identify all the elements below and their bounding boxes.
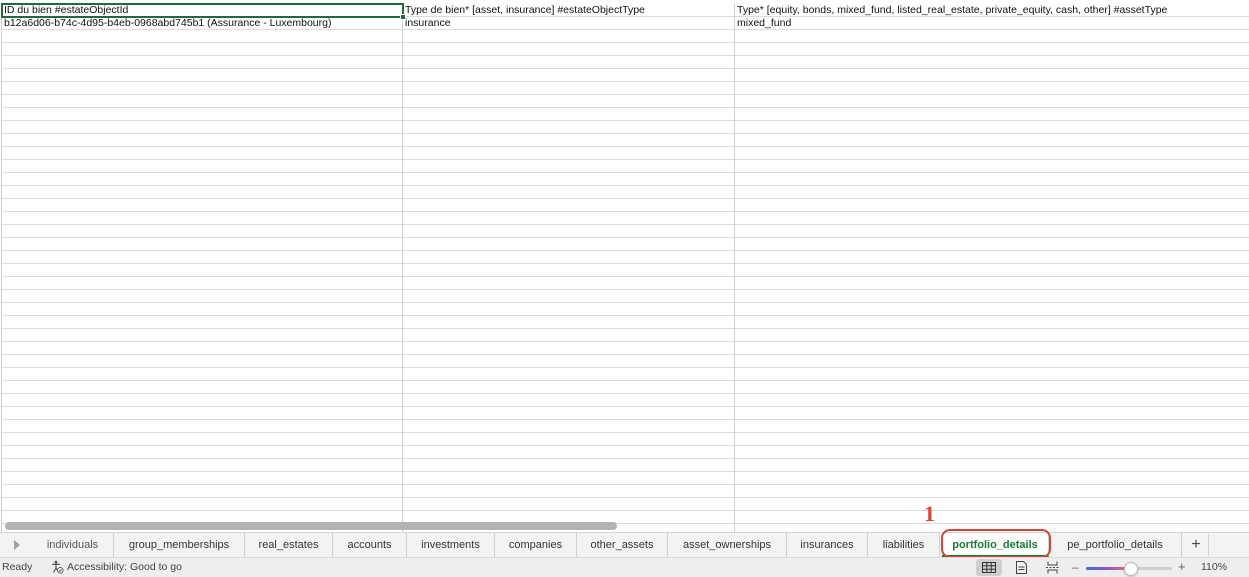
chevron-right-icon[interactable] bbox=[4, 536, 30, 554]
column-divider-b-c bbox=[734, 4, 735, 532]
tab-individuals[interactable]: individuals bbox=[32, 533, 114, 557]
tab-insurances[interactable]: insurances bbox=[787, 533, 868, 557]
spreadsheet-grid[interactable]: ID du bien #estateObjectId Type de bien*… bbox=[0, 0, 1249, 532]
accessibility-check-icon bbox=[52, 560, 64, 574]
tab-asset-ownerships[interactable]: asset_ownerships bbox=[668, 533, 787, 557]
tab-group-memberships[interactable]: group_memberships bbox=[114, 533, 245, 557]
horizontal-scrollbar-thumb[interactable] bbox=[5, 522, 617, 530]
zoom-in-button[interactable]: + bbox=[1178, 559, 1186, 574]
tab-real-estates[interactable]: real_estates bbox=[245, 533, 333, 557]
cell-b1[interactable]: Type de bien* [asset, insurance] #estate… bbox=[403, 4, 734, 17]
tab-other-assets[interactable]: other_assets bbox=[577, 533, 668, 557]
normal-view-icon[interactable] bbox=[976, 559, 1002, 576]
add-sheet-button[interactable]: + bbox=[1184, 534, 1209, 556]
cell-a1[interactable]: ID du bien #estateObjectId bbox=[1, 3, 404, 18]
page-layout-icon[interactable] bbox=[1008, 559, 1034, 576]
column-divider-a-b bbox=[402, 4, 403, 532]
cell-b2[interactable]: insurance bbox=[403, 17, 734, 30]
tab-pe-portfolio-details[interactable]: pe_portfolio_details bbox=[1049, 533, 1182, 557]
grid-left-edge bbox=[1, 4, 2, 532]
zoom-slider-handle[interactable] bbox=[1124, 562, 1138, 576]
cell-c1[interactable]: Type* [equity, bonds, mixed_fund, listed… bbox=[735, 4, 1247, 17]
zoom-level[interactable]: 110% bbox=[1201, 561, 1227, 573]
tab-liabilities[interactable]: liabilities bbox=[868, 533, 940, 557]
tab-companies[interactable]: companies bbox=[495, 533, 577, 557]
cell-c2[interactable]: mixed_fund bbox=[735, 17, 1247, 30]
accessibility-status[interactable]: Accessibility: Good to go bbox=[50, 560, 182, 574]
status-bar: Ready Accessibility: Good to go – + 110% bbox=[0, 557, 1249, 577]
sheet-tab-bar: individuals group_memberships real_estat… bbox=[0, 532, 1249, 557]
tab-investments[interactable]: investments bbox=[407, 533, 495, 557]
status-ready-text: Ready bbox=[2, 561, 33, 573]
accessibility-text: Accessibility: Good to go bbox=[67, 561, 182, 573]
cell-a2[interactable]: b12a6d06-b74c-4d95-b4eb-0968abd745b1 (As… bbox=[2, 17, 402, 30]
page-break-preview-icon[interactable] bbox=[1039, 559, 1065, 576]
zoom-out-button[interactable]: – bbox=[1072, 560, 1079, 574]
tab-portfolio-details[interactable]: portfolio_details bbox=[942, 533, 1049, 557]
annotation-number: 1 bbox=[924, 501, 935, 526]
grid-rows bbox=[2, 4, 1249, 532]
tab-accounts[interactable]: accounts bbox=[333, 533, 407, 557]
